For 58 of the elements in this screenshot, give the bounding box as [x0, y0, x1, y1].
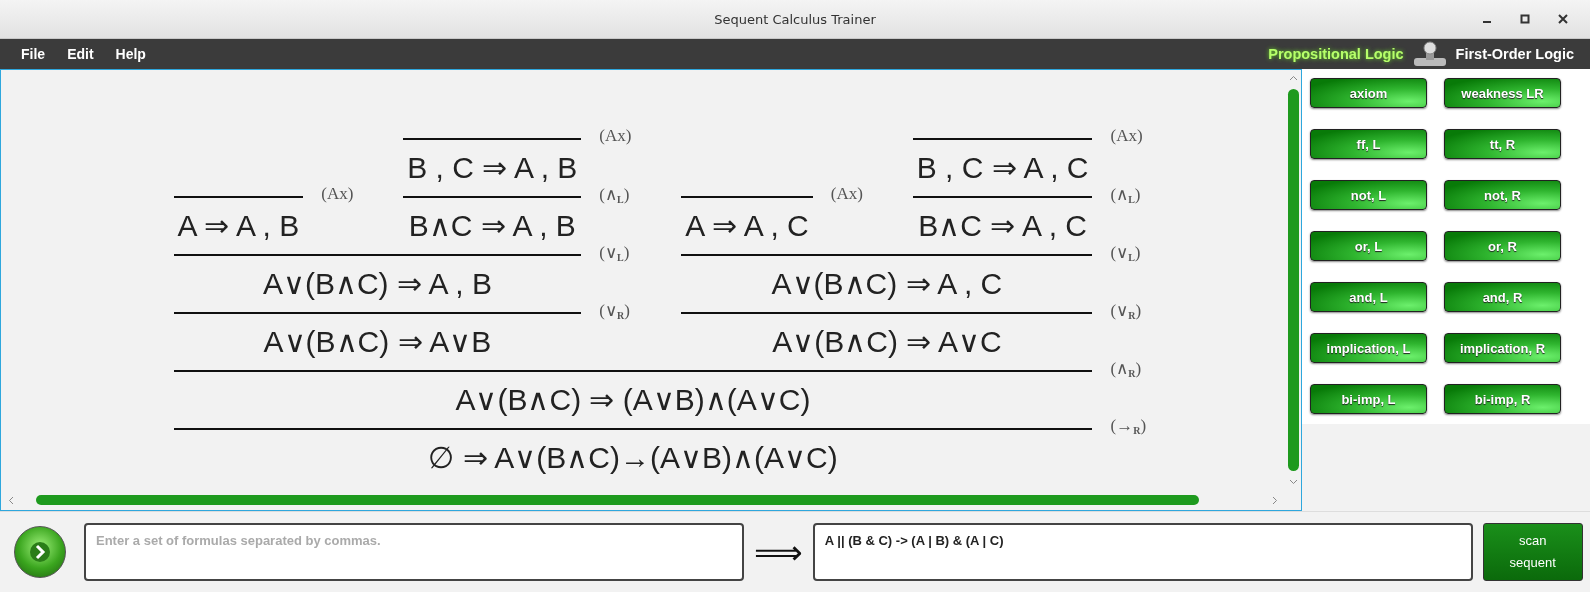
sequent: B∧C ⇒ A , C [917, 208, 1088, 244]
rule-button[interactable]: and, L [1310, 282, 1427, 312]
rule-button[interactable]: implication, R [1444, 333, 1561, 363]
rule-label: (∨$_{L}$) [1110, 242, 1141, 263]
rule-button[interactable]: not, R [1444, 180, 1561, 210]
sequent: A ⇒ A , C [684, 208, 810, 244]
menu-item[interactable]: File [10, 46, 57, 62]
scan-sequent-button[interactable]: scan sequent [1482, 523, 1583, 581]
rule-button[interactable]: and, R [1444, 282, 1561, 312]
rule-label: (Ax) [599, 126, 632, 146]
window-title: Sequent Calculus Trainer [714, 11, 876, 27]
rule-label: (→$_{R}$) [1110, 416, 1147, 436]
apply-button[interactable] [14, 526, 66, 578]
logic-mode-option[interactable]: Propositional Logic [1262, 46, 1410, 62]
sequent: B∧C ⇒ A , B [407, 208, 577, 244]
sequent: A∨(B∧C) ⇒ A , C [770, 266, 1004, 302]
scroll-down-icon[interactable] [1288, 477, 1298, 486]
rule-label: (∧$_{L}$) [599, 184, 630, 205]
sequent: B , C ⇒ A , C [915, 150, 1090, 186]
rule-label: (Ax) [321, 184, 354, 204]
sequent-arrow: ⟹ [754, 532, 803, 572]
menu-item[interactable]: Edit [56, 46, 105, 62]
sequent-field[interactable]: A || (B & C) -> (A | B) & (A | C) [812, 523, 1473, 581]
rule-label: (∨$_{R}$) [599, 300, 630, 321]
rule-label: (Ax) [1110, 126, 1143, 146]
sequent: A∨(B∧C) ⇒ A , B [261, 266, 493, 302]
vertical-scrollbar[interactable] [1287, 89, 1299, 471]
rule-button[interactable]: tt, R [1444, 129, 1561, 159]
logic-mode-option[interactable]: First-Order Logic [1449, 46, 1580, 62]
scroll-left-icon[interactable] [7, 495, 16, 505]
rule-label: (∧$_{L}$) [1110, 184, 1141, 205]
rule-label: (∨$_{L}$) [599, 242, 630, 263]
chevron-right-icon [29, 541, 51, 563]
rule-button[interactable]: or, L [1310, 231, 1427, 261]
sequent: A∨(B∧C) ⇒ (A∨B)∧(A∨C) [454, 382, 812, 418]
rule-button[interactable]: ff, L [1310, 129, 1427, 159]
rule-button[interactable]: not, L [1310, 180, 1427, 210]
rule-button[interactable]: implication, L [1310, 333, 1427, 363]
scroll-right-icon[interactable] [1270, 495, 1279, 505]
maximize-icon[interactable] [1518, 12, 1532, 26]
rule-label: (∧$_{R}$) [1110, 358, 1142, 379]
sequent: B , C ⇒ A , B [406, 150, 579, 186]
rule-button[interactable]: weakness LR [1444, 78, 1561, 108]
rule-button[interactable]: or, R [1444, 231, 1561, 261]
rule-button[interactable]: bi-imp, L [1310, 384, 1427, 414]
sequent: A ⇒ A , B [176, 208, 301, 244]
menu-item[interactable]: Help [104, 46, 157, 62]
formula-input[interactable]: Enter a set of formulas separated by commas. [84, 523, 744, 581]
scroll-up-icon[interactable] [1288, 74, 1298, 83]
sequent: ∅ ⇒ A∨(B∧C)→(A∨B)∧(A∨C) [427, 440, 839, 476]
rule-label: (∨$_{R}$) [1110, 300, 1142, 321]
rule-button[interactable]: bi-imp, R [1444, 384, 1561, 414]
horizontal-scrollbar[interactable] [36, 495, 1199, 505]
sequent: A∨(B∧C) ⇒ A∨B [262, 324, 493, 360]
close-icon[interactable] [1556, 12, 1570, 26]
sequent: A∨(B∧C) ⇒ A∨C [771, 324, 1003, 360]
rule-label: (Ax) [830, 184, 863, 204]
rule-button[interactable]: axiom [1310, 78, 1427, 108]
